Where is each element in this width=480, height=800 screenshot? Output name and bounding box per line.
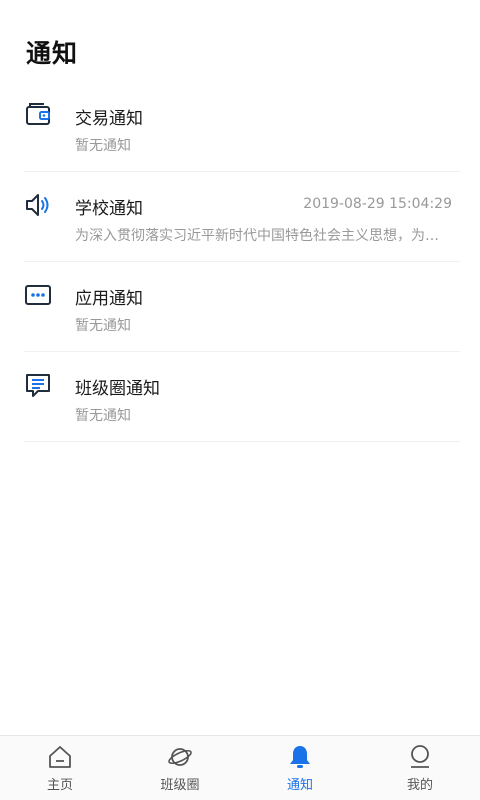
chat-dots-icon bbox=[25, 285, 51, 305]
tab-label: 班级圈 bbox=[160, 778, 200, 793]
tab-class-circle[interactable]: 班级圈 bbox=[120, 736, 240, 800]
notification-title: 交易通知 bbox=[75, 109, 143, 129]
tab-home[interactable]: 主页 bbox=[0, 736, 120, 800]
notification-preview: 暂无通知 bbox=[75, 138, 131, 154]
tab-label: 主页 bbox=[46, 778, 73, 793]
tab-mine[interactable]: 我的 bbox=[360, 736, 480, 800]
notification-preview: 为深入贯彻落实习近平新时代中国特色社会主义思想，为深入贯彻落实 bbox=[75, 228, 449, 244]
bottom-tab-bar: 主页 班级圈 通知 我的 bbox=[0, 735, 480, 800]
notification-title: 班级圈通知 bbox=[75, 379, 160, 399]
notification-list: 交易通知 暂无通知 学校通知 2019-08-29 15:04:29 为深入贯彻… bbox=[0, 82, 480, 442]
message-lines-icon bbox=[26, 374, 50, 397]
notification-item-class-circle[interactable]: 班级圈通知 暂无通知 bbox=[24, 352, 460, 442]
notification-time: 2019-08-29 15:04:29 bbox=[303, 196, 452, 212]
tab-label: 通知 bbox=[286, 778, 313, 793]
tab-label: 我的 bbox=[406, 778, 433, 793]
page-title: 通知 bbox=[26, 39, 79, 68]
notification-preview: 暂无通知 bbox=[75, 318, 131, 334]
notification-item-app[interactable]: 应用通知 暂无通知 bbox=[24, 262, 460, 352]
planet-icon bbox=[168, 748, 192, 766]
notification-title: 学校通知 bbox=[75, 199, 143, 219]
bell-icon bbox=[290, 746, 310, 768]
notification-preview: 暂无通知 bbox=[75, 408, 131, 424]
speaker-icon bbox=[26, 194, 49, 216]
notification-item-school[interactable]: 学校通知 2019-08-29 15:04:29 为深入贯彻落实习近平新时代中国… bbox=[24, 172, 460, 262]
tab-notifications[interactable]: 通知 bbox=[240, 736, 360, 800]
wallet-icon bbox=[26, 103, 50, 125]
notification-title: 应用通知 bbox=[75, 289, 143, 309]
profile-icon bbox=[411, 745, 429, 768]
notification-item-trade[interactable]: 交易通知 暂无通知 bbox=[24, 82, 460, 172]
home-icon bbox=[49, 746, 71, 768]
